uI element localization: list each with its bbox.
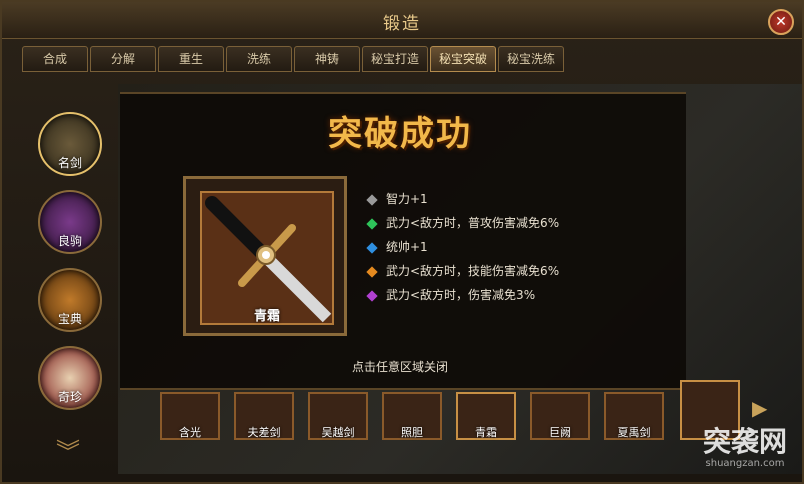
category-label: 奇珍 (57, 390, 82, 404)
stat-row: 智力+1 (366, 190, 428, 210)
slot-item[interactable]: 巨阙 (530, 392, 590, 440)
stat-text: 统帅+1 (386, 240, 428, 254)
tab-treasure-forge[interactable]: 秘宝打造 (362, 46, 428, 72)
success-banner: 突破成功 (300, 100, 500, 154)
slot-item[interactable]: 含光 (160, 392, 220, 440)
title-bar: 锻造 ✕ (2, 2, 802, 39)
category-label: 良驹 (57, 234, 82, 248)
slot-label: 巨阙 (549, 426, 571, 439)
slot-label: 照胆 (401, 426, 423, 439)
tab-decompose[interactable]: 分解 (90, 46, 156, 72)
purple-gem-icon (366, 289, 378, 302)
stat-row: 武力<敌方时，普攻伤害减免6% (366, 214, 560, 234)
slot-item[interactable]: 青霜 (456, 392, 516, 440)
stat-row: 统帅+1 (366, 238, 428, 258)
category-label: 宝典 (57, 312, 82, 326)
orange-gem-icon (366, 265, 378, 278)
green-gem-icon (366, 217, 378, 230)
category-sword[interactable]: 名剑 (38, 112, 102, 176)
window-title: 锻造 (383, 14, 421, 34)
sword-icon (205, 196, 332, 323)
watermark-sub: shuangzan.com (705, 458, 785, 469)
tab-treasure-refine[interactable]: 秘宝洗练 (498, 46, 564, 72)
slot-item[interactable]: 夏禹剑 (604, 392, 664, 440)
stat-text: 智力+1 (386, 192, 428, 206)
tab-synthesize[interactable]: 合成 (22, 46, 88, 72)
tab-refine[interactable]: 洗练 (226, 46, 292, 72)
category-book[interactable]: 宝典 (38, 268, 102, 332)
slot-label: 青霜 (475, 426, 497, 439)
category-sidebar: 名剑 良驹 宝典 奇珍 ︾ (20, 92, 116, 467)
chevron-down-icon[interactable]: ︾ (56, 432, 80, 467)
item-slots: 含光 夫差剑 吴越剑 照胆 青霜 巨阙 夏禹剑 (160, 380, 770, 452)
category-horse[interactable]: 良驹 (38, 190, 102, 254)
slot-item[interactable]: 吴越剑 (308, 392, 368, 440)
stat-text: 武力<敌方时，伤害减免3% (386, 288, 536, 302)
stat-text: 武力<敌方时，技能伤害减免6% (386, 264, 560, 278)
close-hint: 点击任意区域关闭 (351, 360, 448, 374)
item-frame: 青霜 (183, 176, 347, 336)
category-label: 名剑 (57, 156, 82, 170)
close-icon[interactable]: ✕ (768, 9, 794, 35)
slot-label: 含光 (179, 426, 201, 439)
gray-gem-icon (366, 193, 378, 206)
stat-row: 武力<敌方时，伤害减免3% (366, 286, 536, 306)
slot-label: 吴越剑 (321, 426, 355, 439)
slot-label: 夫差剑 (247, 426, 281, 439)
slot-item[interactable]: 夫差剑 (234, 392, 294, 440)
watermark-main: 突袭网 (702, 425, 787, 458)
item-portrait: 青霜 (200, 191, 334, 325)
category-treasure[interactable]: 奇珍 (38, 346, 102, 410)
banner-title: 突破成功 (328, 114, 472, 154)
tab-rebirth[interactable]: 重生 (158, 46, 224, 72)
slot-item[interactable]: 照胆 (382, 392, 442, 440)
stat-text: 武力<敌方时，普攻伤害减免6% (386, 216, 560, 230)
slot-label: 夏禹剑 (617, 426, 651, 439)
watermark: 突袭网 shuangzan.com (690, 420, 800, 480)
blue-gem-icon (366, 241, 378, 254)
chevron-right-icon[interactable]: ▶ (752, 396, 767, 420)
item-name: 青霜 (253, 309, 280, 324)
tab-treasure-breakthrough[interactable]: 秘宝突破 (430, 46, 496, 72)
stat-row: 武力<敌方时，技能伤害减免6% (366, 262, 560, 282)
tab-divine-forge[interactable]: 神铸 (294, 46, 360, 72)
